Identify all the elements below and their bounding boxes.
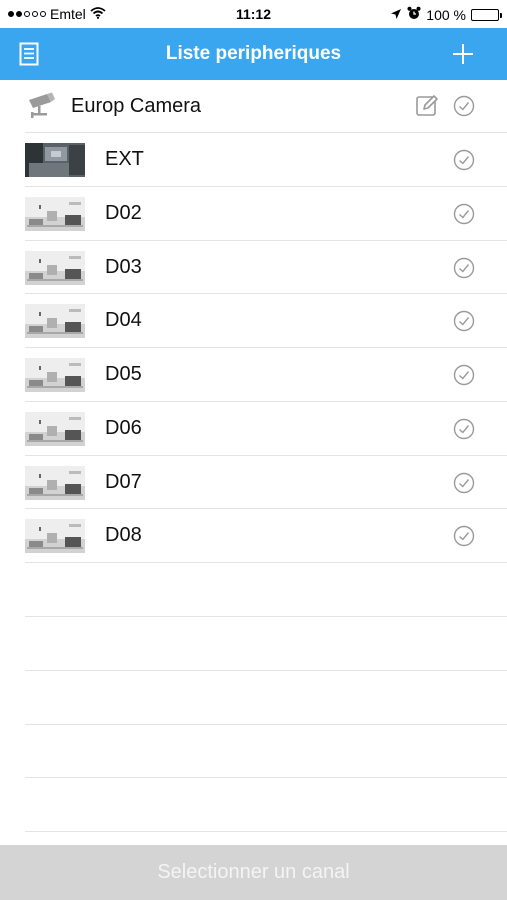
empty-row-divider bbox=[25, 724, 507, 725]
channel-label: D04 bbox=[105, 309, 142, 332]
battery-icon bbox=[471, 8, 502, 21]
channel-label: D02 bbox=[105, 201, 142, 224]
check-circle-icon[interactable] bbox=[453, 418, 475, 440]
channel-row[interactable]: D04 bbox=[25, 294, 507, 348]
status-bar: Emtel 11:12 100 % bbox=[0, 0, 507, 28]
check-circle-icon[interactable] bbox=[453, 472, 475, 494]
channel-label: EXT bbox=[105, 148, 144, 170]
check-circle-icon[interactable] bbox=[453, 257, 475, 279]
empty-row-divider bbox=[25, 670, 507, 671]
channel-thumbnail bbox=[25, 519, 85, 554]
channel-label: D05 bbox=[105, 363, 142, 385]
check-circle-icon[interactable] bbox=[453, 364, 475, 386]
navigation-bar: Liste peripheriques bbox=[0, 28, 507, 80]
channel-thumbnail bbox=[25, 196, 85, 231]
check-circle-icon[interactable] bbox=[453, 310, 475, 332]
channel-thumbnail bbox=[25, 411, 85, 446]
empty-row-divider bbox=[25, 777, 507, 778]
channel-thumbnail bbox=[25, 465, 85, 500]
channel-label: D03 bbox=[105, 255, 142, 278]
channel-thumbnail bbox=[25, 250, 85, 285]
check-circle-icon[interactable] bbox=[453, 95, 475, 117]
empty-row-divider bbox=[25, 831, 507, 832]
channel-row[interactable]: D07 bbox=[25, 456, 507, 510]
check-circle-icon[interactable] bbox=[453, 149, 475, 171]
location-arrow-icon bbox=[390, 7, 402, 23]
channel-thumbnail bbox=[25, 143, 85, 177]
check-circle-icon[interactable] bbox=[453, 525, 475, 547]
empty-row-divider bbox=[25, 616, 507, 617]
channel-row[interactable]: D08 bbox=[25, 509, 507, 563]
check-circle-icon[interactable] bbox=[453, 203, 475, 225]
channel-thumbnail bbox=[25, 358, 85, 392]
channel-label: D07 bbox=[105, 470, 142, 493]
channel-thumbnail bbox=[25, 304, 85, 339]
device-row[interactable]: Europ Camera bbox=[25, 80, 507, 133]
device-name: Europ Camera bbox=[71, 95, 202, 117]
cctv-camera-icon bbox=[29, 92, 55, 118]
channel-row[interactable]: D03 bbox=[25, 241, 507, 295]
channel-label: D08 bbox=[105, 524, 142, 547]
select-channel-button[interactable]: Selectionner un canal bbox=[0, 845, 507, 900]
status-right: 100 % bbox=[390, 6, 502, 23]
edit-pencil-icon[interactable] bbox=[415, 94, 439, 118]
battery-percent: 100 % bbox=[426, 6, 466, 23]
channel-list: EXT D02 D03 D04 D05 D06 D07 D08 bbox=[25, 133, 507, 563]
alarm-clock-icon bbox=[407, 6, 421, 23]
channel-row[interactable]: D06 bbox=[25, 402, 507, 456]
channel-row[interactable]: D02 bbox=[25, 187, 507, 241]
page-title: Liste peripheriques bbox=[165, 43, 342, 64]
channel-row[interactable]: D05 bbox=[25, 348, 507, 402]
add-device-button[interactable] bbox=[447, 38, 479, 70]
channel-row[interactable]: EXT bbox=[25, 133, 507, 187]
plus-icon bbox=[453, 44, 473, 64]
channel-label: D06 bbox=[105, 416, 142, 439]
